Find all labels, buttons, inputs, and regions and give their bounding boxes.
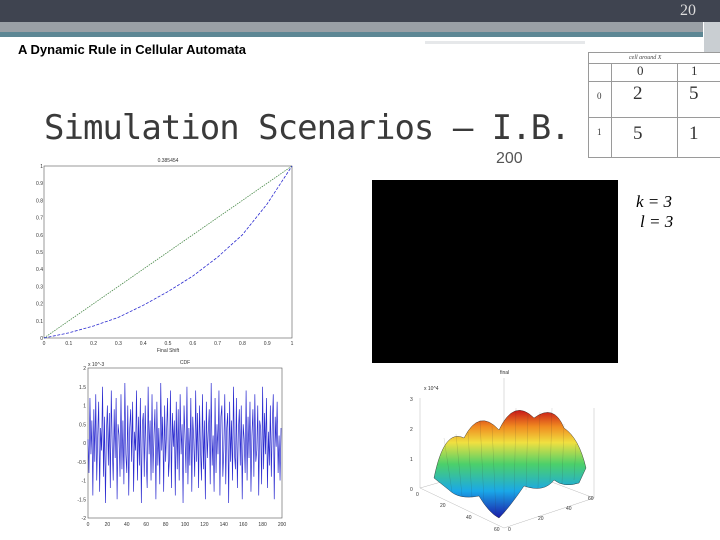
- x-tick-label: 0.5: [165, 341, 172, 347]
- title-rule: [425, 41, 585, 44]
- x-tick-label: 60: [143, 522, 149, 528]
- y-tick-label: -0.5: [77, 460, 86, 466]
- x-tick-label: 0.8: [239, 341, 246, 347]
- x-tick-label: 80: [163, 522, 169, 528]
- surface-plot-svg: final x 10^4 0 1 2 3 0 20 40 60 0 20 40 …: [410, 370, 595, 533]
- x-tick-label: 0.6: [189, 341, 196, 347]
- rule-table-cell: 1: [689, 123, 699, 144]
- rule-table-divider: [589, 117, 720, 118]
- x-tick-label: 0.3: [115, 341, 122, 347]
- rule-table-divider: [589, 63, 720, 64]
- rule-table-divider: [611, 63, 612, 157]
- surface-title: final: [500, 370, 509, 376]
- rule-table-divider: [589, 81, 720, 82]
- top-right-accent: [703, 22, 720, 54]
- param-k: k = 3: [636, 192, 673, 211]
- x-tick-label: 200: [278, 522, 287, 528]
- y-tick-label: 0: [83, 441, 86, 447]
- surface-z-tick: 2: [410, 427, 413, 433]
- y-tick-label: -1.5: [77, 497, 86, 503]
- y-tick-label: 1: [83, 404, 86, 410]
- y-tick-label: 0.2: [36, 302, 43, 308]
- y-tick-label: 0.8: [36, 198, 43, 204]
- surface-y-tick: 20: [538, 516, 544, 522]
- x-tick-label: 0.9: [264, 341, 271, 347]
- rule-table-row-label: 0: [597, 91, 602, 101]
- y-exponent-label: x 10^-3: [88, 362, 104, 368]
- surface-y-tick: 40: [566, 506, 572, 512]
- x-tick-label: 20: [105, 522, 111, 528]
- x-tick-label: 140: [220, 522, 229, 528]
- shift-chart-svg: 0.385454 0 0.1 0.2 0.3 0.4 0.5 0.6 0.7 0.8 0.9 1 0 0.…: [36, 158, 294, 354]
- y-tick-label: 0.5: [36, 250, 43, 256]
- surface-z-tick: 1: [410, 457, 413, 463]
- y-tick-label: 0.5: [79, 422, 86, 428]
- x-tick-label: 160: [239, 522, 248, 528]
- top-bar: [0, 0, 720, 22]
- surface-x-tick: 0: [416, 492, 419, 498]
- rule-table-divider: [677, 63, 678, 157]
- y-tick-label: 1: [40, 164, 43, 170]
- y-tick-label: 0.6: [36, 233, 43, 239]
- x-tick-label: 180: [258, 522, 267, 528]
- rule-table-cell: 2: [633, 83, 643, 104]
- chart-title: CDF: [180, 360, 190, 366]
- y-tick-label: 0.9: [36, 181, 43, 187]
- surface-z-tick: 0: [410, 487, 413, 493]
- y-tick-label: 2: [83, 366, 86, 372]
- frame-count: 200: [496, 150, 523, 167]
- x-tick-label: 0: [87, 522, 90, 528]
- x-tick-label: 0.4: [140, 341, 147, 347]
- surface-x-tick: 60: [494, 527, 500, 533]
- y-tick-label: 0.3: [36, 284, 43, 290]
- rule-table-header: cell around X: [629, 55, 662, 61]
- surface-y-tick: 60: [588, 496, 594, 502]
- x-tick-label: 100: [181, 522, 190, 528]
- top-bar-accent-stripe: [0, 32, 720, 37]
- page-number: 20: [680, 2, 696, 19]
- top-bar-stripe: [0, 22, 720, 32]
- y-tick-label: 1.5: [79, 385, 86, 391]
- surface-mesh: [433, 410, 587, 519]
- y-tick-label: 0.1: [36, 319, 43, 325]
- x-tick-label: 40: [124, 522, 130, 528]
- automaton-view: [372, 180, 618, 363]
- param-l: l = 3: [640, 212, 674, 231]
- section-title: A Dynamic Rule in Cellular Automata: [18, 42, 247, 57]
- rule-table-col-label: 1: [691, 63, 698, 78]
- x-tick-label: 1: [291, 341, 294, 347]
- signal-chart: CDF x 10^-3 0 20 40 60 80 100 120 140 160 180 200 -2-…: [66, 358, 294, 534]
- shift-chart: 0.385454 0 0.1 0.2 0.3 0.4 0.5 0.6 0.7 0.8 0.9 1 0 0.…: [36, 156, 306, 362]
- x-tick-label: 120: [200, 522, 209, 528]
- y-tick-label: 0.4: [36, 267, 43, 273]
- x-tick-label: 0.2: [90, 341, 97, 347]
- surface-x-tick: 40: [466, 515, 472, 521]
- rule-table-cell: 5: [689, 83, 699, 104]
- params: k = 3 l = 3: [636, 192, 673, 232]
- slide-title: Simulation Scenarios – I.B.: [44, 108, 571, 148]
- x-tick-label: 0.1: [65, 341, 72, 347]
- y-tick-label: 0.7: [36, 216, 43, 222]
- surface-plot: final x 10^4 0 1 2 3 0 20 40 60 0 20 40 …: [404, 368, 604, 534]
- chart-title: 0.385454: [158, 158, 179, 164]
- rule-table-cell: 5: [633, 123, 643, 144]
- x-axis-label: Final Shift: [157, 348, 180, 354]
- surface-x-tick: 20: [440, 503, 446, 509]
- signal-chart-svg: CDFx 10^-30 20 40 60 80 100 120 140 160 180 200-2-…: [77, 360, 287, 528]
- surface-z-exponent: x 10^4: [424, 386, 439, 392]
- rule-table-row-label: 1: [597, 127, 602, 137]
- y-tick-label: -2: [82, 516, 87, 522]
- surface-y-tick: 0: [508, 527, 511, 533]
- rule-table: cell around X 0 1 0 1 2 5 5 1: [588, 52, 720, 158]
- x-tick-label: 0: [43, 341, 46, 347]
- surface-z-tick: 3: [410, 397, 413, 403]
- y-tick-label: 0: [40, 336, 43, 342]
- x-tick-label: 0.7: [214, 341, 221, 347]
- y-tick-label: -1: [82, 479, 87, 485]
- rule-table-col-label: 0: [637, 63, 644, 78]
